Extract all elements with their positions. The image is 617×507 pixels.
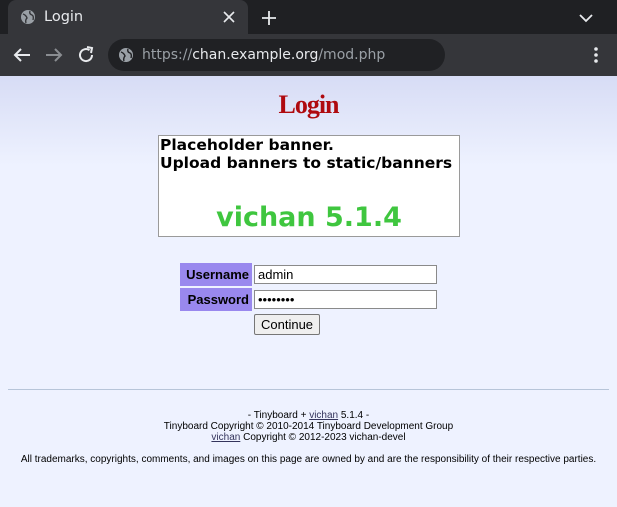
- vichan-copyright-text: Copyright © 2012-2023 vichan-devel: [240, 432, 406, 443]
- browser-tab[interactable]: Login: [8, 0, 248, 34]
- banner-version: vichan 5.1.4: [216, 202, 402, 233]
- address-bar[interactable]: https://chan.example.org/mod.php: [108, 39, 445, 71]
- page-title: Login: [278, 90, 339, 119]
- reload-icon[interactable]: [74, 43, 98, 67]
- close-icon[interactable]: [220, 8, 238, 26]
- url-host: chan.example.org: [192, 47, 319, 63]
- username-label: Username: [180, 263, 252, 286]
- kebab-menu-icon[interactable]: [587, 43, 605, 67]
- vichan-link-copyright[interactable]: vichan: [211, 432, 240, 443]
- password-input[interactable]: ••••••••: [254, 290, 437, 309]
- forward-arrow-icon[interactable]: [42, 43, 66, 67]
- footer-suffix: 5.1.4 -: [338, 410, 370, 421]
- url-path: /mod.php: [318, 47, 386, 63]
- footer-prefix: - Tinyboard +: [247, 410, 310, 421]
- banner-text-line2: Upload banners to static/banners: [160, 154, 453, 172]
- page-content: Login Placeholder banner. Upload banners…: [0, 76, 617, 507]
- vichan-copyright-line: vichan Copyright © 2012-2023 vichan-deve…: [0, 432, 617, 443]
- globe-icon: [21, 10, 35, 24]
- banner-text-line1: Placeholder banner.: [160, 136, 334, 154]
- password-label: Password: [180, 288, 252, 311]
- back-arrow-icon[interactable]: [10, 43, 34, 67]
- board-banner: Placeholder banner. Upload banners to st…: [158, 135, 460, 237]
- footer-divider: [8, 389, 609, 390]
- chevron-down-icon[interactable]: [575, 7, 597, 29]
- continue-button[interactable]: Continue: [254, 314, 321, 335]
- tab-title: Login: [44, 9, 84, 25]
- vichan-link[interactable]: vichan: [309, 410, 338, 421]
- url-scheme: https://: [142, 47, 193, 63]
- browser-toolbar: https://chan.example.org/mod.php: [0, 34, 617, 76]
- site-info-icon[interactable]: [118, 47, 134, 63]
- browser-tabbar: Login: [0, 0, 617, 34]
- trademark-notice: All trademarks, copyrights, comments, an…: [20, 454, 597, 465]
- username-input[interactable]: admin: [254, 265, 437, 284]
- tinyboard-copyright: Tinyboard Copyright © 2010-2014 Tinyboar…: [163, 421, 454, 432]
- footer-version-line: - Tinyboard + vichan 5.1.4 -: [0, 410, 617, 421]
- new-tab-plus-icon[interactable]: [258, 7, 280, 29]
